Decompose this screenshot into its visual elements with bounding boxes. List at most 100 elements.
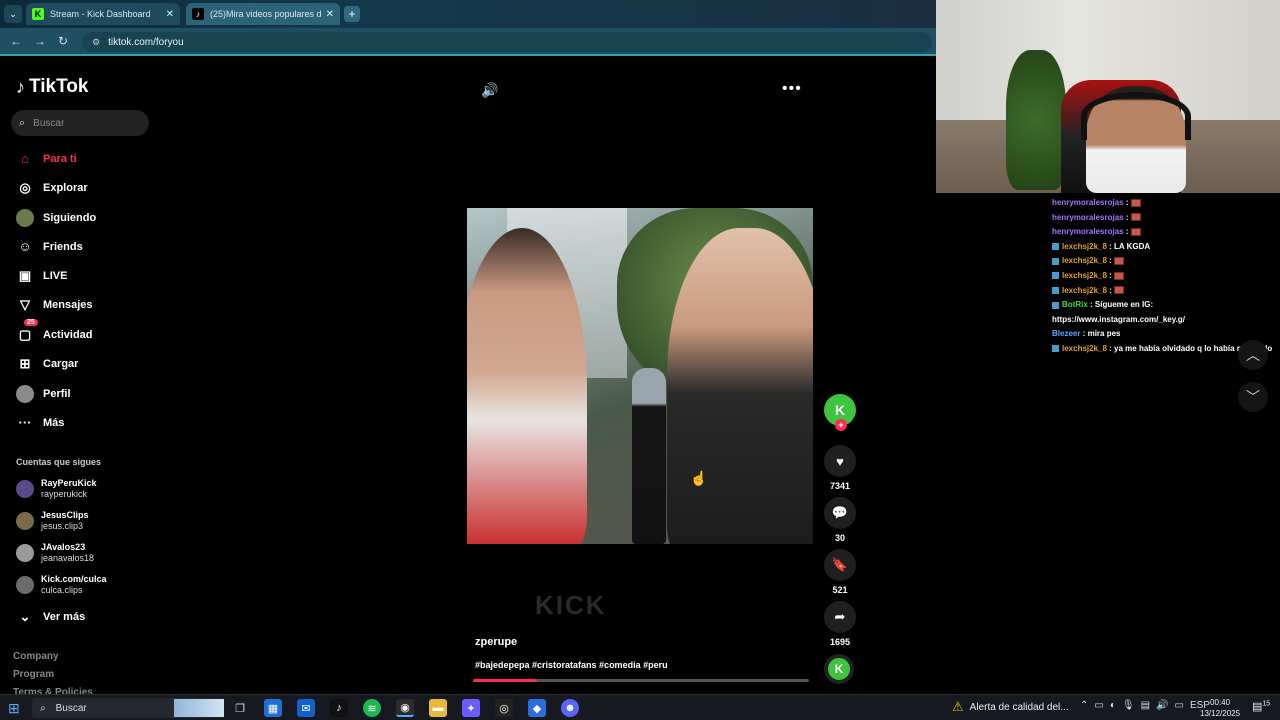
- task-view-icon[interactable]: ❐: [231, 699, 249, 717]
- obs-icon[interactable]: ◎: [495, 699, 513, 717]
- discord-icon[interactable]: ☻: [561, 699, 579, 717]
- chevron-up-icon[interactable]: ︿: [1238, 340, 1268, 370]
- address-bar[interactable]: ⚙ tiktok.com/foryou: [82, 32, 932, 52]
- spotify-icon[interactable]: ≋: [363, 699, 381, 717]
- nav-live[interactable]: ▣ LIVE: [16, 268, 68, 284]
- save-button[interactable]: 🔖 521: [822, 549, 858, 595]
- chat-separator: :: [1106, 343, 1115, 353]
- close-tab-icon[interactable]: ✕: [326, 9, 334, 20]
- see-more-button[interactable]: ⌄ Ver más: [16, 609, 86, 625]
- nav-para-ti[interactable]: ⌂ Para ti: [16, 151, 77, 166]
- weather-alert[interactable]: ⚠ Alerta de calidad del...: [952, 699, 1069, 715]
- tiktok-app-icon[interactable]: ♪: [330, 699, 348, 717]
- avatar: [16, 544, 34, 562]
- chat-username[interactable]: lexchsj2k_8: [1062, 286, 1107, 295]
- search-placeholder: Buscar: [33, 117, 65, 129]
- video-author[interactable]: zperupe: [475, 636, 517, 648]
- activity-icon: ▢ 25: [16, 319, 38, 343]
- nav-siguiendo[interactable]: Siguiendo: [16, 209, 96, 227]
- chat-username[interactable]: Blezeer: [1052, 329, 1080, 338]
- following-account[interactable]: RayPeruKick rayperukick: [16, 478, 97, 500]
- following-account[interactable]: JAvalos23 jeanavalos18: [16, 542, 94, 564]
- taskbar-search[interactable]: ⌕ Buscar: [32, 698, 224, 718]
- tray-app-icon[interactable]: ◐: [1110, 700, 1116, 711]
- share-count: 1695: [829, 637, 851, 647]
- tiktok-logo[interactable]: ♪ TikTok: [16, 76, 88, 98]
- chat-message: https://www.instagram.com/_key.g/: [1052, 313, 1280, 328]
- notifications-icon[interactable]: ▤15: [1252, 700, 1270, 713]
- creator-avatar-button[interactable]: K +: [822, 394, 858, 431]
- search-icon: ⌕: [19, 116, 26, 129]
- hand-cursor-icon: ☝: [690, 470, 708, 486]
- chevron-up-icon[interactable]: ⌃: [1080, 700, 1088, 711]
- tab-tiktok[interactable]: ♪ (25)Mira videos populares d ✕: [186, 3, 340, 25]
- progress-fill: [473, 679, 537, 682]
- nav-mensajes[interactable]: ▽ Mensajes: [16, 297, 93, 313]
- chat-username[interactable]: lexchsj2k_8: [1062, 256, 1107, 265]
- chat-username[interactable]: lexchsj2k_8: [1062, 271, 1107, 280]
- taskbar-search-label: Buscar: [55, 702, 87, 714]
- following-account[interactable]: Kick.com/culca culca.clips: [16, 574, 107, 596]
- profile-avatar-icon: [16, 385, 34, 403]
- outlook-icon[interactable]: ✉: [297, 699, 315, 717]
- clock[interactable]: 00:40 13/12/2025: [1200, 697, 1240, 719]
- video-progress-bar[interactable]: [473, 679, 809, 682]
- chat-username[interactable]: henrymoralesrojas: [1052, 227, 1124, 236]
- close-tab-icon[interactable]: ✕: [166, 9, 174, 20]
- like-count: 7341: [829, 481, 851, 491]
- nav-explorar[interactable]: ◎ Explorar: [16, 180, 87, 196]
- notification-count: 15: [1262, 700, 1271, 708]
- more-options-icon[interactable]: •••: [782, 80, 802, 98]
- tab-search-icon[interactable]: ⌄: [4, 5, 22, 23]
- chat-username[interactable]: henrymoralesrojas: [1052, 198, 1124, 207]
- sound-icon[interactable]: 🔊: [481, 82, 498, 99]
- nav-mas[interactable]: ··· Más: [16, 415, 65, 430]
- like-button[interactable]: ♥ 7341: [822, 445, 858, 491]
- site-info-icon[interactable]: ⚙: [92, 37, 100, 48]
- volume-icon[interactable]: 🔊: [1156, 700, 1168, 711]
- chrome-icon[interactable]: ◉: [396, 699, 414, 717]
- tray-app-icon[interactable]: ▭: [1094, 700, 1103, 711]
- file-explorer-icon[interactable]: ▬: [429, 699, 447, 717]
- copilot-icon[interactable]: ✦: [462, 699, 480, 717]
- streamlabs-icon[interactable]: ◆: [528, 699, 546, 717]
- nav-label: Friends: [43, 240, 83, 253]
- tab-kick-dashboard[interactable]: K Stream - Kick Dashboard ✕: [26, 3, 180, 25]
- video-frame[interactable]: [467, 208, 813, 544]
- footer-link[interactable]: Company: [13, 651, 59, 662]
- forward-icon[interactable]: →: [34, 34, 46, 48]
- nav-friends[interactable]: ☺ Friends: [16, 239, 83, 254]
- share-button[interactable]: ➦ 1695: [822, 601, 858, 647]
- video-description[interactable]: #bajedepepa #cristoratafans #comedia #pe…: [475, 660, 668, 670]
- chat-username[interactable]: henrymoralesrojas: [1052, 213, 1124, 222]
- footer-link[interactable]: Program: [13, 669, 54, 680]
- nav-perfil[interactable]: Perfil: [16, 385, 71, 403]
- nav-actividad[interactable]: ▢ 25 Actividad: [16, 319, 93, 343]
- search-input[interactable]: ⌕ Buscar: [11, 110, 149, 136]
- chevron-down-icon[interactable]: ﹀: [1238, 382, 1268, 412]
- activity-badge: 25: [24, 319, 38, 326]
- battery-icon[interactable]: ▭: [1175, 700, 1184, 711]
- tiktok-sidebar: ♪ TikTok ⌕ Buscar ⌂ Para ti ◎ Explorar S…: [0, 58, 160, 698]
- store-icon[interactable]: ▦: [264, 699, 282, 717]
- chat-username[interactable]: lexchsj2k_8: [1062, 344, 1107, 353]
- heart-icon: ♥: [824, 445, 856, 477]
- reload-icon[interactable]: ↻: [58, 34, 68, 48]
- nav-cargar[interactable]: ⊞ Cargar: [16, 356, 79, 372]
- music-disc-icon[interactable]: K: [824, 654, 854, 684]
- follow-plus-icon[interactable]: +: [835, 419, 847, 431]
- chat-overlay: henrymoralesrojas : henrymoralesrojas : …: [1052, 196, 1280, 356]
- back-icon[interactable]: ←: [10, 34, 22, 48]
- chat-message: Blezeer : mira pes: [1052, 327, 1280, 342]
- chat-username[interactable]: BotRix: [1062, 300, 1088, 309]
- new-tab-button[interactable]: +: [344, 6, 360, 22]
- comment-button[interactable]: 💬 30: [822, 497, 858, 543]
- microphone-icon[interactable]: 🎙: [1122, 700, 1135, 711]
- following-account[interactable]: JesusClips jesus.clip3: [16, 510, 89, 532]
- chat-username[interactable]: lexchsj2k_8: [1062, 242, 1107, 251]
- see-more-label: Ver más: [43, 611, 86, 623]
- network-icon[interactable]: ▤: [1141, 700, 1150, 711]
- chat-text: https://www.instagram.com/_key.g/: [1052, 314, 1185, 324]
- chat-separator: :: [1106, 285, 1115, 295]
- windows-start-icon[interactable]: ⊞: [8, 700, 20, 717]
